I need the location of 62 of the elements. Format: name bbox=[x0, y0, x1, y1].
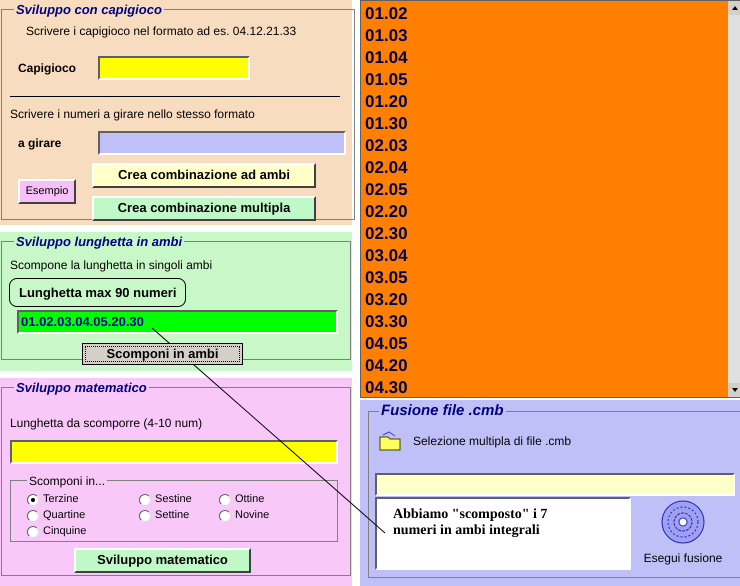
list-item[interactable]: 01.30 bbox=[365, 113, 728, 135]
group-title: Scomponi in... bbox=[28, 472, 106, 490]
list-item[interactable]: 03.30 bbox=[365, 311, 728, 333]
field-label: a girare bbox=[18, 134, 62, 152]
example-button[interactable]: Esempio bbox=[18, 179, 76, 204]
folder-icon[interactable] bbox=[379, 430, 401, 450]
girare-field[interactable] bbox=[98, 130, 346, 154]
list-item[interactable]: 03.20 bbox=[365, 289, 728, 311]
radio-button[interactable] bbox=[139, 510, 151, 522]
file-field[interactable] bbox=[375, 472, 735, 496]
list-item[interactable]: 02.20 bbox=[365, 201, 728, 223]
list-item[interactable]: 02.05 bbox=[365, 179, 728, 201]
radio-button[interactable] bbox=[219, 494, 231, 506]
description-text: Scompone la lunghetta in singoli ambi bbox=[10, 256, 214, 274]
scroll-up-icon[interactable] bbox=[728, 1, 740, 15]
field-label: Lunghetta max 90 numeri bbox=[9, 278, 186, 307]
action-button[interactable]: Crea combinazione multipla bbox=[92, 196, 316, 220]
field-label: Capigioco bbox=[18, 60, 78, 76]
list-item[interactable]: 04.30 bbox=[365, 377, 728, 399]
select-label: Selezione multipla di file .cmb bbox=[413, 432, 572, 450]
radio-button[interactable] bbox=[219, 510, 231, 522]
field-label: Lunghetta da scomporre (4-10 num) bbox=[10, 414, 204, 432]
panel-title: Sviluppo con capigioco bbox=[15, 1, 163, 19]
action-button[interactable]: Crea combinazione ad ambi bbox=[92, 162, 316, 188]
list-item[interactable]: 01.03 bbox=[365, 25, 728, 47]
develop-button[interactable]: Sviluppo matematico bbox=[74, 548, 251, 572]
list-item[interactable]: 02.04 bbox=[365, 157, 728, 179]
list-item[interactable]: 04.05 bbox=[365, 333, 728, 355]
list-item[interactable]: 01.02 bbox=[365, 3, 728, 25]
panel-title: Fusione file .cmb bbox=[380, 401, 505, 421]
instruction-text: Scrivere i capigioco nel formato ad es. 04.12.21.33 bbox=[26, 22, 298, 40]
option-label: Terzine bbox=[43, 492, 78, 508]
lunghetta-input[interactable] bbox=[10, 440, 338, 464]
option-label: Novine bbox=[235, 508, 270, 524]
list-item[interactable]: 02.03 bbox=[365, 135, 728, 157]
list-item[interactable]: 03.04 bbox=[365, 245, 728, 267]
radio-button[interactable] bbox=[27, 494, 39, 506]
option-label: Settine bbox=[155, 508, 190, 524]
decompose-button[interactable]: Scomponi in ambi bbox=[82, 343, 243, 364]
list-item[interactable]: 01.04 bbox=[365, 47, 728, 69]
lunghetta-field[interactable]: 01.02.03.04.05.20.30 bbox=[17, 310, 338, 334]
instruction-text: Scrivere i numeri a girare nello stesso formato bbox=[10, 106, 256, 122]
list-item[interactable]: 02.30 bbox=[365, 223, 728, 245]
option-label: Sestine bbox=[155, 492, 192, 508]
capigioco-field[interactable] bbox=[98, 56, 250, 80]
option-label: Cinquine bbox=[43, 524, 86, 540]
result-list[interactable]: 01.02 01.03 01.04 01.05 01.20 01.30 02.03 02.04 02.05 02.20 02.30 03.04 03.05 03.20 03.30 04.05 04.20 04.30 bbox=[360, 0, 740, 398]
radio-button[interactable] bbox=[139, 494, 151, 506]
spiral-icon bbox=[660, 499, 706, 545]
radio-button[interactable] bbox=[27, 510, 39, 522]
panel-title: Sviluppo lunghetta in ambi bbox=[15, 233, 184, 251]
list-item[interactable]: 03.05 bbox=[365, 267, 728, 289]
note-box: Abbiamo "scomposto" i 7 numeri in ambi integrali bbox=[375, 496, 631, 570]
panel-title: Sviluppo matematico bbox=[15, 379, 148, 397]
option-label: Quartine bbox=[43, 508, 86, 524]
list-item[interactable]: 01.05 bbox=[365, 69, 728, 91]
radio-button[interactable] bbox=[27, 526, 39, 538]
scroll-down-icon[interactable] bbox=[728, 383, 740, 397]
list-item[interactable]: 04.20 bbox=[365, 355, 728, 377]
list-item[interactable]: 01.20 bbox=[365, 91, 728, 113]
option-label: Ottine bbox=[235, 492, 264, 508]
merge-button[interactable]: Esegui fusione bbox=[631, 496, 735, 570]
